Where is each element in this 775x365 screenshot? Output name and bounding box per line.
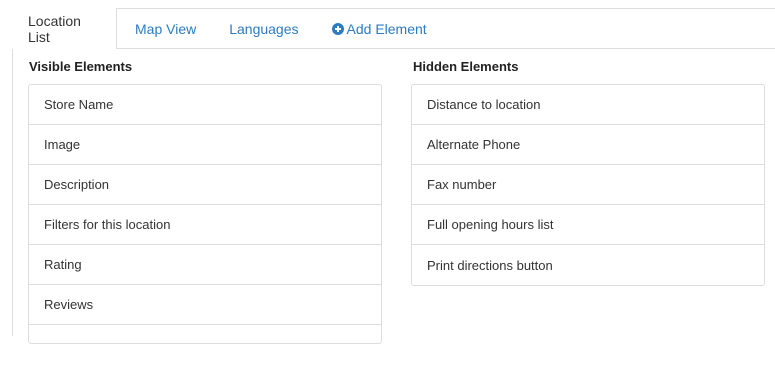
list-item[interactable]: Rating [29, 245, 381, 285]
list-item-label: Store Name [44, 97, 114, 112]
visible-elements-list: Store Name Image Description Filters for… [28, 84, 382, 344]
list-item[interactable]: Image [29, 125, 381, 165]
list-item-label: Full opening hours list [427, 217, 554, 232]
tab-label: Map View [135, 20, 197, 37]
list-item[interactable]: Full opening hours list [412, 205, 764, 245]
tab-languages[interactable]: Languages [229, 8, 298, 49]
hidden-elements-heading: Hidden Elements [413, 59, 519, 74]
tab-label: Location List [28, 12, 81, 45]
tab-bar: Location List Map View Languages Add Ele… [12, 8, 775, 49]
tab-map-view[interactable]: Map View [135, 8, 196, 49]
list-item[interactable] [29, 325, 381, 365]
list-item[interactable]: Fax number [412, 165, 764, 205]
tab-label: Languages [229, 20, 299, 37]
visible-elements-heading: Visible Elements [29, 59, 133, 74]
list-item[interactable]: Store Name [29, 85, 381, 125]
add-element-button[interactable]: Add Element [331, 8, 427, 49]
list-item[interactable]: Description [29, 165, 381, 205]
list-item-label: Fax number [427, 177, 497, 192]
tab-location-list[interactable]: Location List [12, 8, 117, 49]
list-item[interactable]: Filters for this location [29, 205, 381, 245]
list-item-label: Filters for this location [44, 217, 171, 232]
list-item[interactable]: Alternate Phone [412, 125, 764, 165]
list-item[interactable]: Print directions button [412, 245, 764, 285]
list-item-label: Reviews [44, 297, 94, 312]
list-item-label: Distance to location [427, 97, 541, 112]
list-item[interactable]: Reviews [29, 285, 381, 325]
list-item-label: Alternate Phone [427, 137, 521, 152]
list-item[interactable]: Distance to location [412, 85, 764, 125]
plus-circle-icon [331, 22, 344, 35]
list-item-label: Rating [44, 257, 82, 272]
list-item-label: Print directions button [427, 257, 553, 273]
list-item-label: Image [44, 137, 81, 152]
list-item-label: Description [44, 177, 110, 192]
tab-label: Add Element [346, 20, 427, 37]
hidden-elements-list: Distance to location Alternate Phone Fax… [411, 84, 765, 286]
